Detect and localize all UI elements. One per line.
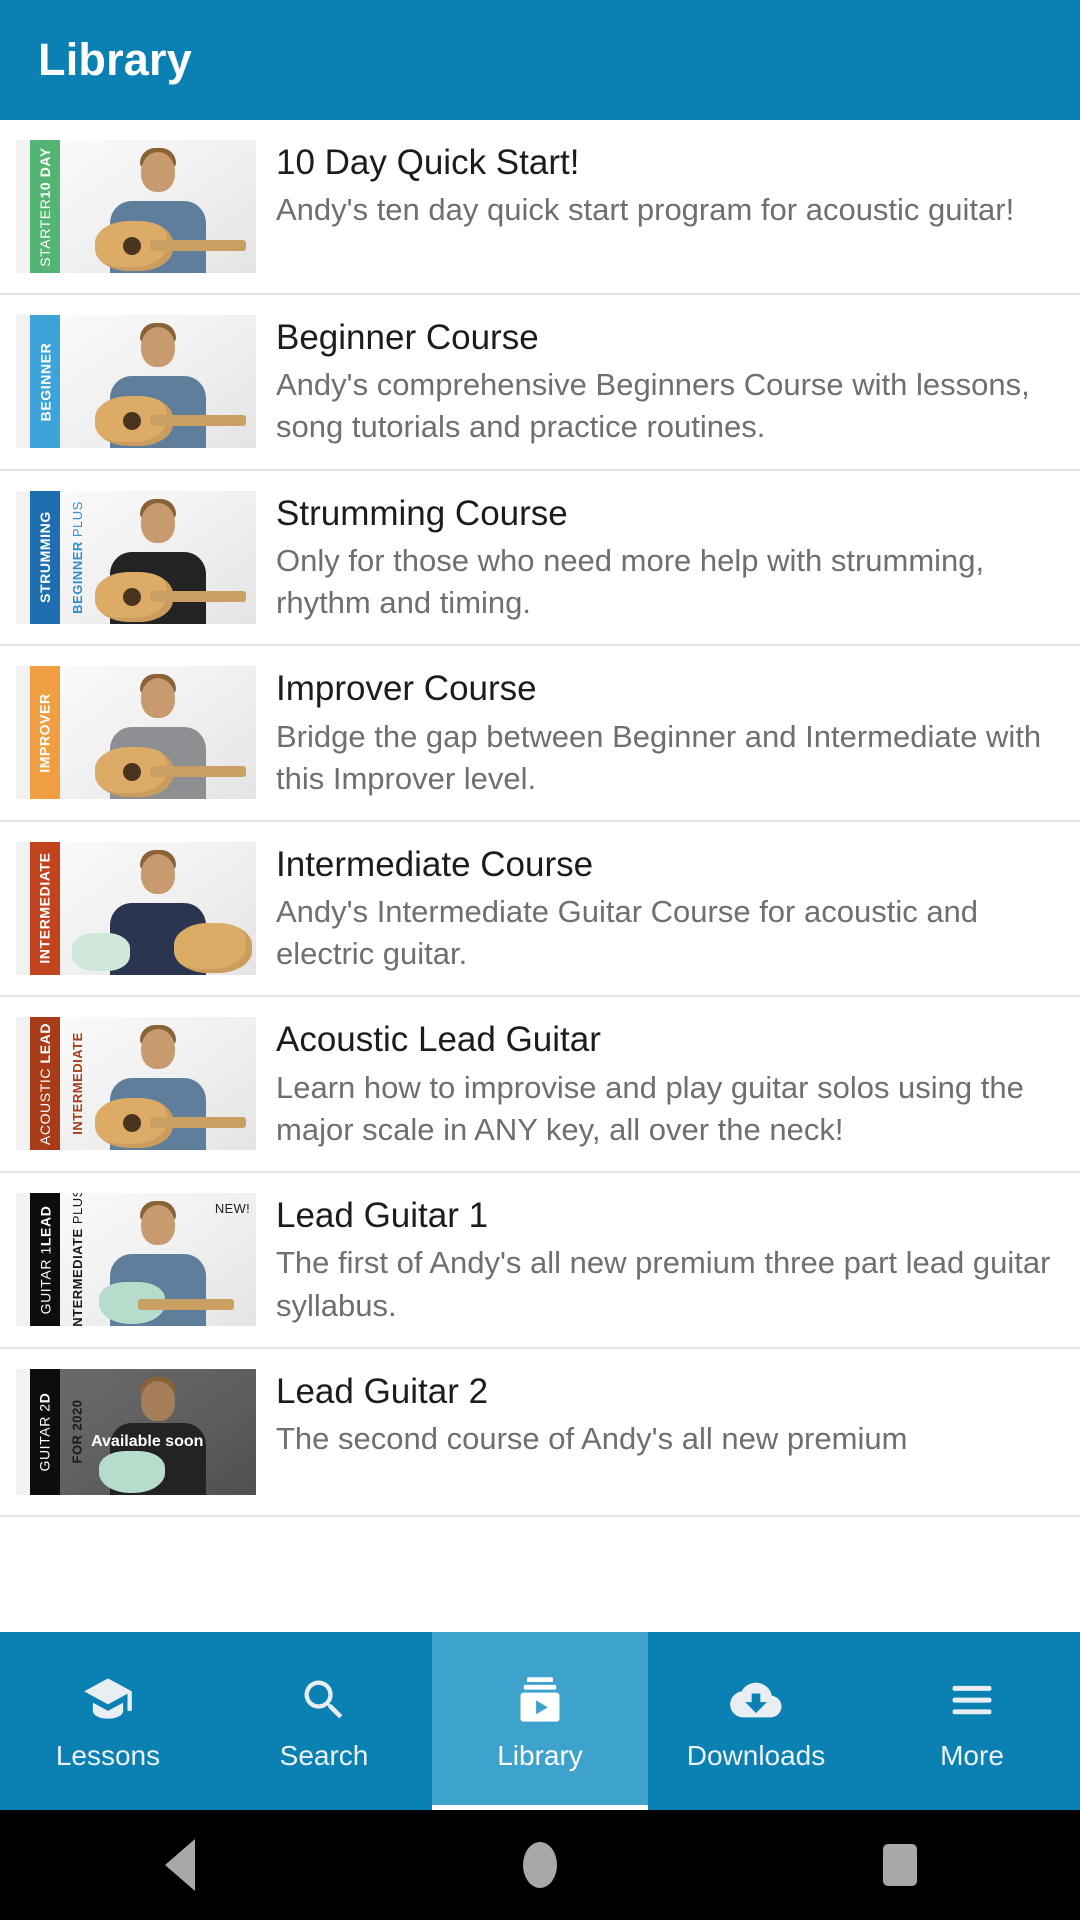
- bottom-navigation: Lessons Search Library Downloads More: [0, 1632, 1080, 1810]
- course-sublabel: INTERMEDIATE PLUS: [69, 1193, 85, 1327]
- home-circle-icon: [523, 1842, 557, 1888]
- home-button[interactable]: [480, 1810, 600, 1920]
- course-thumbnail: GUITAR 1LEAD INTERMEDIATE PLUS NEW!: [16, 1193, 256, 1327]
- course-thumbnail-wrap: ACOUSTIC LEAD INTERMEDIATE: [16, 1017, 276, 1151]
- video-library-icon: [512, 1672, 568, 1728]
- course-photo: [60, 140, 256, 273]
- course-title: Lead Guitar 1: [276, 1196, 489, 1236]
- course-level-badge: GUITAR 2D: [30, 1368, 60, 1495]
- course-description: Andy's ten day quick start program for a…: [276, 192, 1015, 228]
- graduation-cap-icon: [80, 1672, 136, 1728]
- course-photo: [60, 666, 256, 800]
- tab-label: Library: [497, 1740, 583, 1771]
- course-title: Intermediate Course: [276, 844, 594, 884]
- course-description: Andy's Intermediate Guitar Course for ac…: [276, 894, 979, 972]
- tab-library[interactable]: Library: [432, 1632, 648, 1810]
- course-list-item[interactable]: STARTER10 DAY 10 Day Quick Start! Andy's t…: [0, 120, 1080, 295]
- course-description: The first of Andy's all new premium thre…: [276, 1245, 1051, 1323]
- course-level-badge: ACOUSTIC LEAD: [30, 1017, 60, 1151]
- course-title: 10 Day Quick Start!: [276, 143, 580, 182]
- page-title: Library: [38, 34, 192, 85]
- available-soon-label: Available soon: [91, 1432, 204, 1450]
- course-title: Improver Course: [276, 669, 537, 709]
- system-navigation-bar: [0, 1810, 1080, 1920]
- course-description: The second course of Andy's all new prem…: [276, 1420, 908, 1456]
- tab-lessons[interactable]: Lessons: [0, 1632, 216, 1810]
- course-meta: Improver Course Bridge the gap between Be…: [276, 666, 1062, 800]
- course-list-item[interactable]: GUITAR 2D FOR 2020 Available soon Lead Guit…: [0, 1348, 1080, 1517]
- course-meta: Lead Guitar 1 The first of Andy's all new…: [276, 1193, 1062, 1327]
- course-thumbnail-wrap: STRUMMING BEGINNER PLUS: [16, 490, 276, 624]
- course-thumbnail: BEGINNER: [16, 315, 256, 448]
- course-meta: Intermediate Course Andy's Intermediate G…: [276, 842, 1062, 976]
- course-thumbnail: ACOUSTIC LEAD INTERMEDIATE: [16, 1017, 256, 1151]
- tab-label: Lessons: [55, 1740, 161, 1771]
- course-thumbnail-wrap: GUITAR 2D FOR 2020 Available soon: [16, 1368, 276, 1495]
- course-level-badge: BEGINNER: [30, 315, 60, 448]
- course-thumbnail-wrap: STARTER10 DAY: [16, 140, 276, 273]
- course-list[interactable]: STARTER10 DAY 10 Day Quick Start! Andy's t…: [0, 120, 1080, 1720]
- tab-label: More: [940, 1740, 1004, 1771]
- course-sublabel: FOR 2020: [69, 1399, 85, 1464]
- course-list-item[interactable]: BEGINNER Beginner Course Andy's comprehens…: [0, 295, 1080, 471]
- app-bar: Library: [0, 0, 1080, 120]
- course-description: Only for those who need more help with s…: [276, 542, 985, 621]
- course-list-item[interactable]: STRUMMING BEGINNER PLUS Strumming Course On…: [0, 470, 1080, 647]
- course-thumbnail: GUITAR 2D FOR 2020 Available soon: [16, 1368, 256, 1495]
- course-list-item[interactable]: ACOUSTIC LEAD INTERMEDIATE Acoustic Lead G…: [0, 997, 1080, 1174]
- course-level-badge: IMPROVER: [30, 666, 60, 800]
- course-thumbnail-wrap: INTERMEDIATE: [16, 841, 276, 975]
- app-screen: Library STARTER10 DAY 10 Day Quick Start!…: [0, 0, 1080, 1920]
- course-list-item[interactable]: GUITAR 1LEAD INTERMEDIATE PLUS NEW! Lead Gu…: [0, 1173, 1080, 1349]
- search-icon: [296, 1672, 352, 1728]
- back-triangle-icon: [165, 1839, 195, 1891]
- cloud-download-icon: [728, 1672, 784, 1728]
- recents-square-icon: [883, 1844, 917, 1886]
- course-thumbnail: INTERMEDIATE: [16, 841, 256, 975]
- course-list-item[interactable]: INTERMEDIATE Intermediate Course Andy's In…: [0, 821, 1080, 998]
- course-description: Andy's comprehensive Beginners Course wi…: [276, 367, 1030, 445]
- course-thumbnail: STRUMMING BEGINNER PLUS: [16, 490, 256, 624]
- course-sublabel: INTERMEDIATE: [69, 1032, 85, 1136]
- course-thumbnail-wrap: BEGINNER: [16, 315, 276, 448]
- tab-label: Search: [279, 1740, 369, 1771]
- course-meta: Beginner Course Andy's comprehensive Begi…: [276, 315, 1062, 449]
- recents-button[interactable]: [840, 1810, 960, 1920]
- course-title: Beginner Course: [276, 318, 539, 357]
- new-badge: NEW!: [214, 1201, 250, 1217]
- course-photo: [60, 841, 256, 975]
- course-meta: Lead Guitar 2 The second course of Andy's…: [276, 1369, 1062, 1460]
- course-level-badge: GUITAR 1LEAD: [30, 1193, 60, 1327]
- course-title: Acoustic Lead Guitar: [276, 1020, 601, 1060]
- course-thumbnail-wrap: GUITAR 1LEAD INTERMEDIATE PLUS NEW!: [16, 1193, 276, 1327]
- tab-downloads[interactable]: Downloads: [648, 1632, 864, 1810]
- course-description: Learn how to improvise and play guitar s…: [276, 1069, 1024, 1147]
- hamburger-menu-icon: [944, 1672, 1000, 1728]
- course-meta: 10 Day Quick Start! Andy's ten day quick …: [276, 140, 1062, 231]
- course-level-badge: STRUMMING: [30, 490, 60, 624]
- course-sublabel: BEGINNER PLUS: [69, 500, 85, 614]
- course-description: Bridge the gap between Beginner and Inte…: [276, 718, 1042, 796]
- course-title: Strumming Course: [276, 493, 568, 533]
- tab-label: Downloads: [686, 1740, 826, 1771]
- course-thumbnail: IMPROVER: [16, 666, 256, 800]
- course-photo: [60, 315, 256, 448]
- course-meta: Strumming Course Only for those who need …: [276, 491, 1062, 625]
- course-level-badge: STARTER10 DAY: [30, 140, 60, 273]
- course-list-item[interactable]: IMPROVER Improver Course Bridge the gap be…: [0, 646, 1080, 822]
- course-meta: Acoustic Lead Guitar Learn how to improvi…: [276, 1017, 1062, 1151]
- back-button[interactable]: [120, 1810, 240, 1920]
- course-title: Lead Guitar 2: [276, 1371, 489, 1411]
- course-thumbnail-wrap: IMPROVER: [16, 666, 276, 800]
- course-thumbnail: STARTER10 DAY: [16, 140, 256, 273]
- tab-more[interactable]: More: [864, 1632, 1080, 1810]
- tab-search[interactable]: Search: [216, 1632, 432, 1810]
- course-level-badge: INTERMEDIATE: [30, 841, 60, 975]
